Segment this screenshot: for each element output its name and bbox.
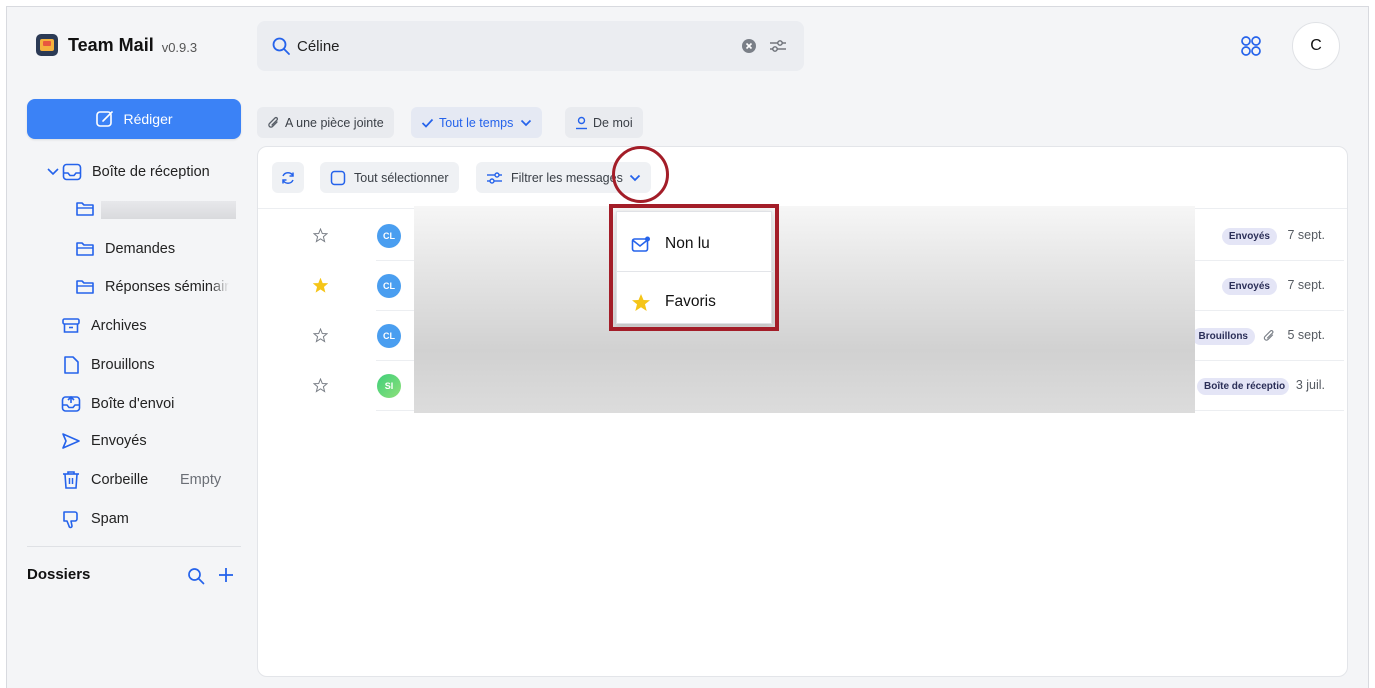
avatar: CL <box>377 324 401 348</box>
folder-badge: Envoyés <box>1221 278 1277 295</box>
star-outline-icon[interactable] <box>313 328 328 343</box>
folder-icon <box>76 242 94 256</box>
sidebar-item-label: Brouillons <box>91 357 155 373</box>
star-outline-icon[interactable] <box>313 228 328 243</box>
search-bar[interactable]: Céline <box>257 21 804 71</box>
star-outline-icon[interactable] <box>313 378 328 393</box>
user-icon <box>576 116 587 129</box>
avatar: SI <box>377 374 401 398</box>
chip-label: A une pièce jointe <box>285 115 384 130</box>
paperclip-icon <box>268 116 279 128</box>
sidebar-item-outbox[interactable]: Boîte d'envoi <box>61 394 174 413</box>
inbox-icon <box>62 163 82 181</box>
message-date: 7 sept. <box>1287 228 1325 242</box>
sidebar-divider <box>27 546 241 547</box>
trash-icon <box>63 471 79 489</box>
chip-label: Tout le temps <box>439 115 514 130</box>
add-folder-icon[interactable] <box>218 567 234 583</box>
message-date: 5 sept. <box>1287 328 1325 342</box>
sidebar-item-label: Corbeille <box>91 472 149 488</box>
highlight-circle <box>612 146 669 203</box>
folders-heading: Dossiers <box>27 566 91 583</box>
clear-search-icon[interactable] <box>741 38 757 54</box>
sidebar-subfolder-reponses[interactable]: Réponses séminair <box>75 278 235 295</box>
sidebar-item-spam[interactable]: Spam <box>61 509 129 529</box>
avatar: CL <box>377 274 401 298</box>
sidebar-item-label: Réponses séminair <box>105 278 230 295</box>
compose-label: Rédiger <box>123 111 173 127</box>
avatar: CL <box>377 224 401 248</box>
message-date: 3 juil. <box>1295 378 1325 392</box>
checkbox-icon <box>330 170 346 185</box>
filter-attachment-chip[interactable]: A une pièce jointe <box>257 107 394 138</box>
search-options-icon[interactable] <box>769 38 787 54</box>
paperclip-icon <box>1263 330 1274 341</box>
sidebar-subfolder-demandes[interactable]: Demandes <box>75 240 175 257</box>
sidebar-item-envoyes[interactable]: Envoyés <box>61 432 147 450</box>
chevron-down-icon <box>521 119 532 126</box>
archive-icon <box>62 318 80 333</box>
select-all-button[interactable]: Tout sélectionner <box>320 162 459 193</box>
message-date: 7 sept. <box>1287 278 1325 292</box>
chip-label: De moi <box>593 115 633 130</box>
send-icon <box>62 433 80 449</box>
app-version: v0.9.3 <box>161 39 198 55</box>
app-logo: Team Mail v0.9.3 <box>36 34 197 56</box>
folder-badge: Envoyés <box>1221 228 1277 245</box>
app-title: Team Mail <box>68 34 154 55</box>
redacted-message-content <box>414 206 1195 413</box>
apps-grid-icon[interactable] <box>1240 35 1262 57</box>
search-folders-icon[interactable] <box>187 567 205 585</box>
search-input[interactable]: Céline <box>297 38 340 55</box>
folder-badge: Brouillons <box>1191 328 1255 345</box>
folder-icon <box>76 280 94 294</box>
select-all-label: Tout sélectionner <box>354 170 449 185</box>
outbox-icon <box>61 395 81 412</box>
sidebar-item-label: Envoyés <box>91 433 147 449</box>
compose-icon <box>96 111 114 127</box>
sidebar-item-inbox[interactable]: Boîte de réception <box>46 163 210 181</box>
filter-from-me-chip[interactable]: De moi <box>565 107 643 138</box>
empty-trash-button[interactable]: Empty <box>180 472 221 488</box>
sidebar-item-label: Spam <box>91 511 129 527</box>
chevron-down-icon[interactable] <box>46 165 60 179</box>
highlight-box <box>609 204 779 331</box>
filter-time-chip[interactable]: Tout le temps <box>411 107 543 138</box>
sidebar-item-label: Boîte d'envoi <box>91 395 175 412</box>
redacted-folder-name <box>101 201 236 219</box>
sidebar-item-corbeille[interactable]: Corbeille <box>61 470 148 490</box>
sidebar-item-brouillons[interactable]: Brouillons <box>61 355 155 375</box>
filter-sliders-icon <box>487 171 502 184</box>
search-icon <box>272 37 290 55</box>
draft-icon <box>64 356 79 374</box>
sidebar-item-label: Boîte de réception <box>92 164 210 180</box>
star-filled-icon[interactable] <box>313 278 328 293</box>
folder-badge: Boîte de réceptio <box>1197 378 1289 395</box>
refresh-icon <box>282 171 294 184</box>
sidebar-item-label: Demandes <box>105 240 176 257</box>
filter-messages-label: Filtrer les messages <box>511 170 623 185</box>
sidebar-item-label: Archives <box>91 318 147 334</box>
refresh-button[interactable] <box>272 162 304 193</box>
thumbs-down-icon <box>63 511 78 529</box>
compose-button[interactable]: Rédiger <box>27 99 241 139</box>
user-avatar[interactable]: C <box>1292 22 1340 70</box>
check-icon <box>421 118 434 128</box>
sidebar-item-archives[interactable]: Archives <box>61 317 147 335</box>
folder-icon <box>76 202 94 216</box>
team-mail-logo-icon <box>36 34 58 56</box>
